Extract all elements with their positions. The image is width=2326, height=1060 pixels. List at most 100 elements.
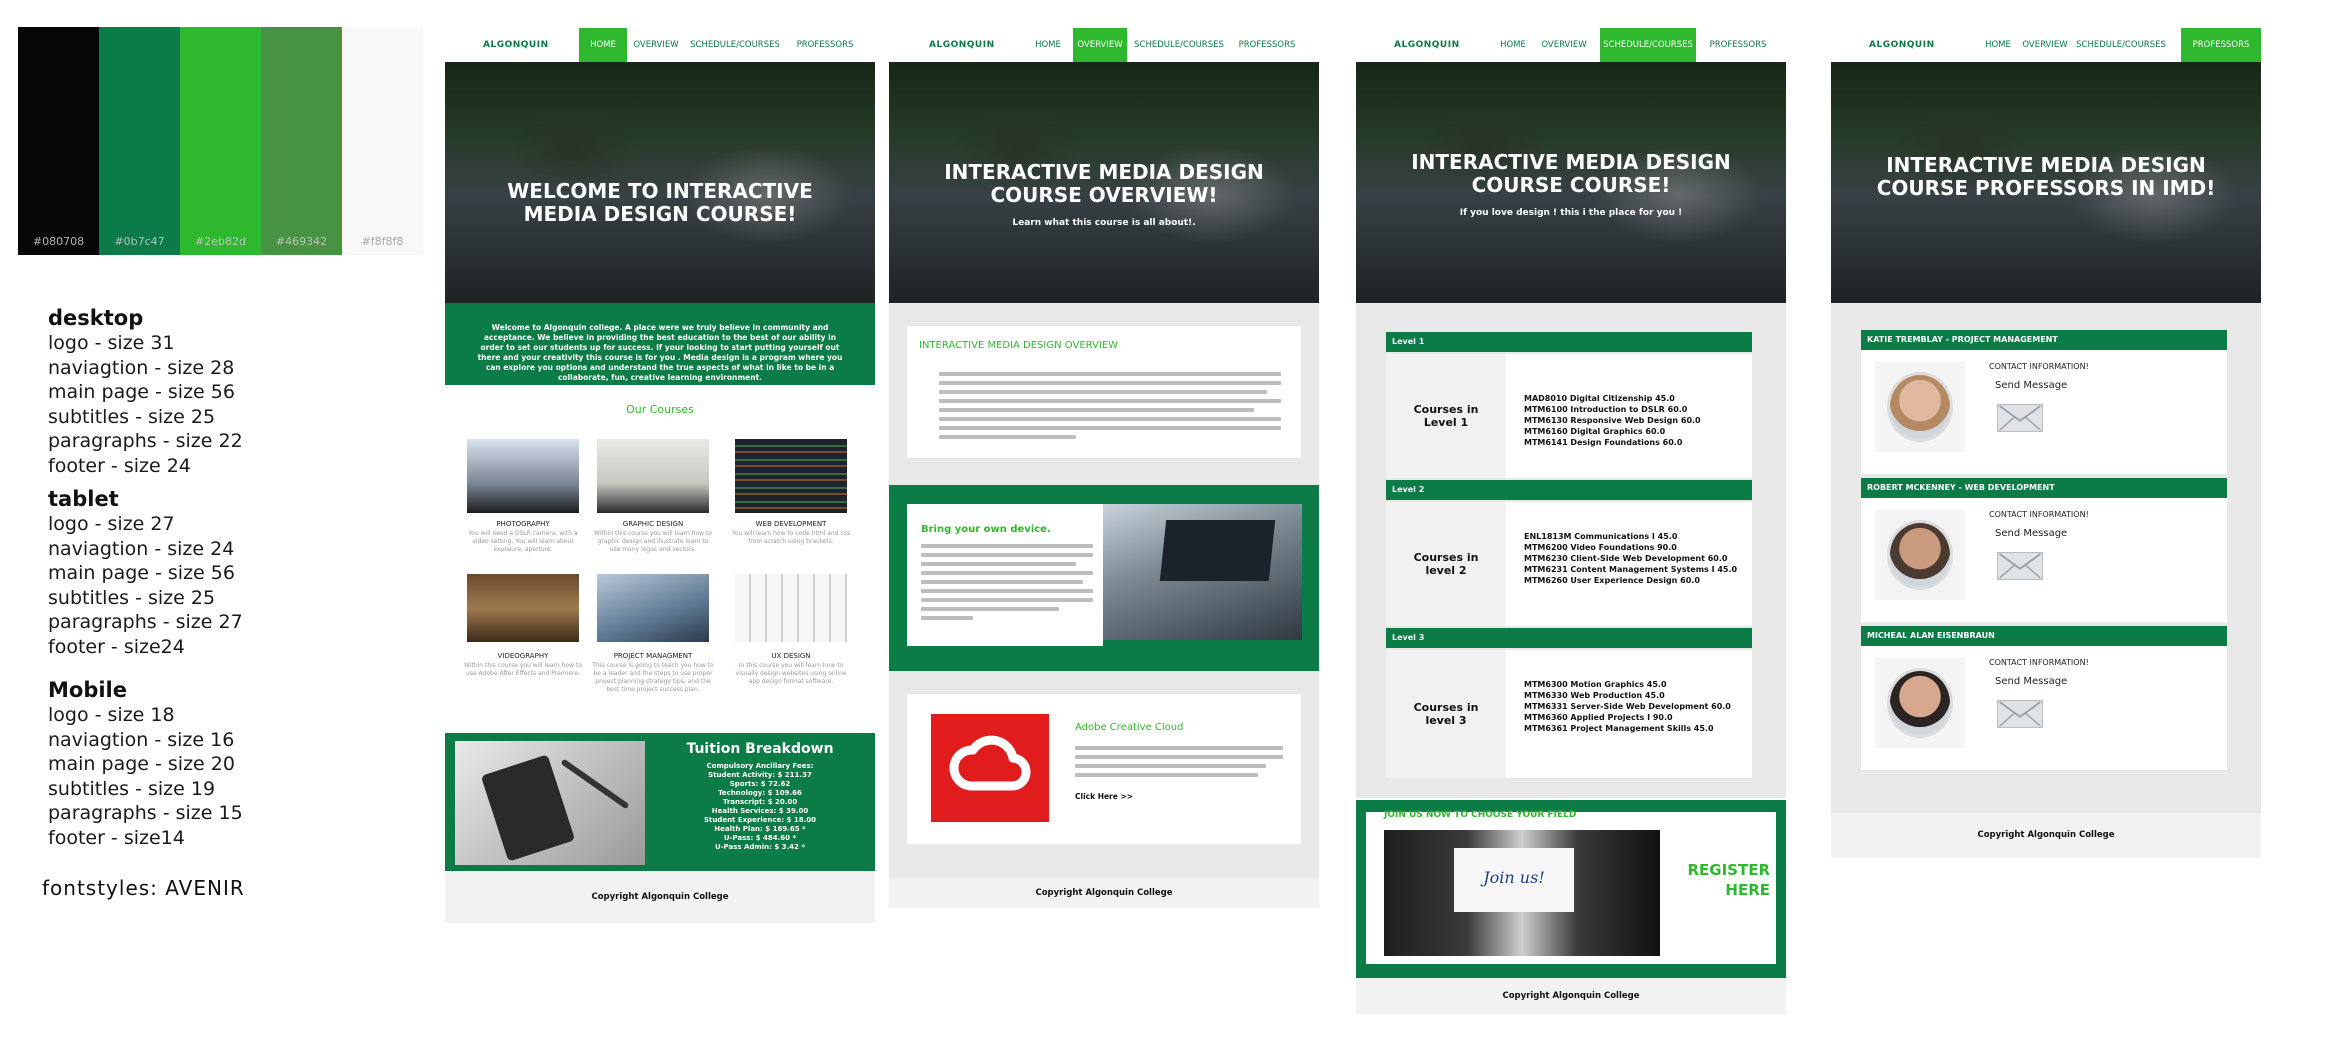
nav-overview[interactable]: OVERVIEW bbox=[1073, 28, 1127, 62]
mockup-overview: ALGONQUIN HOME OVERVIEW SCHEDULE/COURSES… bbox=[889, 28, 1319, 928]
course-image-videography[interactable] bbox=[467, 574, 579, 642]
spec-line: naviagtion - size 16 bbox=[48, 728, 235, 751]
professor-name: MICHEAL ALAN EISENBRAUN bbox=[1861, 626, 2227, 646]
course-title: UX DESIGN bbox=[771, 652, 811, 660]
course-image-ux-design[interactable] bbox=[735, 574, 847, 642]
fee-line: Health Services: $ 39.00 bbox=[711, 807, 809, 815]
nav-schedule[interactable]: SCHEDULE/COURSES bbox=[689, 28, 781, 62]
fee-line: Compulsory Ancillary Fees: bbox=[706, 762, 814, 770]
course-description: You will need a DSLR camera, with a vide… bbox=[468, 530, 578, 553]
level-bar: Level 1 bbox=[1386, 332, 1752, 352]
spec-line: subtitles - size 19 bbox=[48, 777, 216, 800]
color-swatch: #f8f8f8 bbox=[342, 27, 423, 255]
course-image-web-development[interactable] bbox=[735, 439, 847, 513]
spec-line: naviagtion - size 28 bbox=[48, 356, 235, 379]
logo[interactable]: ALGONQUIN bbox=[1869, 28, 1935, 62]
nav-professors[interactable]: PROFESSORS bbox=[2181, 28, 2261, 62]
join-card: Join us! bbox=[1454, 848, 1574, 912]
register-button[interactable]: REGISTER HERE bbox=[1660, 860, 1770, 900]
spec-line: subtitles - size 25 bbox=[48, 405, 216, 428]
fee-line: Technology: $ 109.66 bbox=[718, 789, 802, 797]
join-section: JOIN US NOW TO CHOOSE YOUR FIELD JOIN US… bbox=[1356, 800, 1786, 978]
spec-line: footer - size24 bbox=[48, 635, 185, 658]
navbar: ALGONQUIN HOME OVERVIEW SCHEDULE/COURSES… bbox=[445, 28, 875, 62]
logo[interactable]: ALGONQUIN bbox=[483, 28, 549, 62]
spec-heading: Mobile bbox=[48, 678, 127, 702]
nav-overview[interactable]: OVERVIEW bbox=[2019, 28, 2071, 62]
spec-line: logo - size 18 bbox=[48, 704, 175, 726]
hero-title-line1: INTERACTIVE MEDIA DESIGN bbox=[1411, 150, 1731, 174]
fee-line: Sports: $ 72.62 bbox=[729, 780, 791, 788]
spec-line: main page - size 56 bbox=[48, 381, 235, 403]
hero-title-line1: WELCOME TO INTERACTIVE bbox=[507, 179, 813, 203]
nav-professors[interactable]: PROFESSORS bbox=[1235, 28, 1299, 62]
swatch-label: #0b7c47 bbox=[114, 235, 165, 248]
course-image-graphic-design[interactable] bbox=[597, 439, 709, 513]
hero-title-line2: MEDIA DESIGN COURSE! bbox=[523, 202, 797, 226]
hero-title-line1: INTERACTIVE MEDIA DESIGN bbox=[1886, 153, 2206, 177]
professor-photo bbox=[1875, 510, 1965, 600]
envelope-icon[interactable] bbox=[1997, 552, 2043, 580]
spec-line: logo - size 27 bbox=[48, 513, 175, 535]
color-swatch: #080708 bbox=[18, 27, 99, 255]
spec-line: main page - size 56 bbox=[48, 562, 235, 584]
spec-line: subtitles - size 25 bbox=[48, 586, 216, 609]
nav-schedule[interactable]: SCHEDULE/COURSES bbox=[1600, 28, 1696, 62]
professor-name: ROBERT MCKENNEY - WEB DEVELOPMENT bbox=[1861, 478, 2227, 498]
nav-professors[interactable]: PROFESSORS bbox=[793, 28, 857, 62]
course-image-project-management[interactable] bbox=[597, 574, 709, 642]
course-item: MTM6200 Video Foundations 90.0 bbox=[1524, 543, 1677, 552]
spec-desktop: desktop logo - size 31 naviagtion - size… bbox=[48, 305, 408, 478]
spec-tablet: tablet logo - size 27 naviagtion - size … bbox=[48, 486, 408, 659]
color-swatch: #469342 bbox=[261, 27, 342, 255]
contact-label: CONTACT INFORMATION! bbox=[1989, 362, 2089, 371]
nav-overview[interactable]: OVERVIEW bbox=[629, 28, 683, 62]
course-item: MTM6361 Project Management Skills 45.0 bbox=[1524, 724, 1714, 733]
nav-overview[interactable]: OVERVIEW bbox=[1538, 28, 1590, 62]
hero-title-line2: COURSE OVERVIEW! bbox=[990, 183, 1218, 207]
hero-subtitle: If you love design ! this i the place fo… bbox=[1459, 208, 1683, 218]
logo[interactable]: ALGONQUIN bbox=[929, 28, 995, 62]
send-message-link[interactable]: Send Message bbox=[1995, 380, 2067, 391]
contact-label: CONTACT INFORMATION! bbox=[1989, 510, 2089, 519]
spec-mobile: Mobile logo - size 18 naviagtion - size … bbox=[48, 677, 408, 850]
mockup-home: ALGONQUIN HOME OVERVIEW SCHEDULE/COURSES… bbox=[445, 28, 875, 928]
send-message-link[interactable]: Send Message bbox=[1995, 528, 2067, 539]
envelope-icon[interactable] bbox=[1997, 700, 2043, 728]
nav-home[interactable]: HOME bbox=[1031, 28, 1065, 62]
hero-image: INTERACTIVE MEDIA DESIGN COURSE COURSE! … bbox=[1356, 62, 1786, 303]
navbar: ALGONQUIN HOME OVERVIEW SCHEDULE/COURSES… bbox=[889, 28, 1319, 62]
spec-line: naviagtion - size 24 bbox=[48, 537, 235, 560]
course-description: Within this course you will learn how to… bbox=[594, 530, 712, 553]
course-item: MAD8010 Digital Citizenship 45.0 bbox=[1524, 394, 1675, 403]
swatch-label: #f8f8f8 bbox=[361, 235, 404, 248]
send-message-link[interactable]: Send Message bbox=[1995, 676, 2067, 687]
professor-card: CONTACT INFORMATION! Send Message bbox=[1861, 498, 2227, 622]
course-item: MTM6160 Digital Graphics 60.0 bbox=[1524, 427, 1666, 436]
course-image-photography[interactable] bbox=[467, 439, 579, 513]
navbar: ALGONQUIN HOME OVERVIEW SCHEDULE/COURSES… bbox=[1356, 28, 1786, 62]
spec-line: footer - size 24 bbox=[48, 454, 191, 477]
level-box: Courses in level 2 ENL1813M Communication… bbox=[1386, 502, 1752, 626]
spec-line: paragraphs - size 22 bbox=[48, 430, 243, 452]
course-description: Within this course you will learn how to… bbox=[464, 662, 582, 677]
nav-home[interactable]: HOME bbox=[579, 28, 627, 62]
laptop-image bbox=[1103, 504, 1302, 640]
nav-home[interactable]: HOME bbox=[1981, 28, 2015, 62]
adobe-card: Adobe Creative Cloud Click Here >> bbox=[907, 694, 1301, 844]
nav-professors[interactable]: PROFESSORS bbox=[1706, 28, 1770, 62]
nav-schedule[interactable]: SCHEDULE/COURSES bbox=[2075, 28, 2167, 62]
nav-home[interactable]: HOME bbox=[1496, 28, 1530, 62]
click-here-link[interactable]: Click Here >> bbox=[1075, 792, 1133, 801]
envelope-icon[interactable] bbox=[1997, 404, 2043, 432]
footer: Copyright Algonquin College bbox=[445, 871, 875, 923]
nav-schedule[interactable]: SCHEDULE/COURSES bbox=[1133, 28, 1225, 62]
swatch-label: #469342 bbox=[275, 235, 328, 248]
hero-image: INTERACTIVE MEDIA DESIGN COURSE OVERVIEW… bbox=[889, 62, 1319, 303]
level-bar: Level 3 bbox=[1386, 628, 1752, 648]
spec-line: paragraphs - size 27 bbox=[48, 611, 243, 633]
mockup-schedule: ALGONQUIN HOME OVERVIEW SCHEDULE/COURSES… bbox=[1356, 28, 1786, 1018]
professor-name: KATIE TREMBLAY - PROJECT MANAGEMENT bbox=[1861, 330, 2227, 350]
font-styles: fontstyles: AVENIR bbox=[42, 876, 245, 900]
logo[interactable]: ALGONQUIN bbox=[1394, 28, 1460, 62]
